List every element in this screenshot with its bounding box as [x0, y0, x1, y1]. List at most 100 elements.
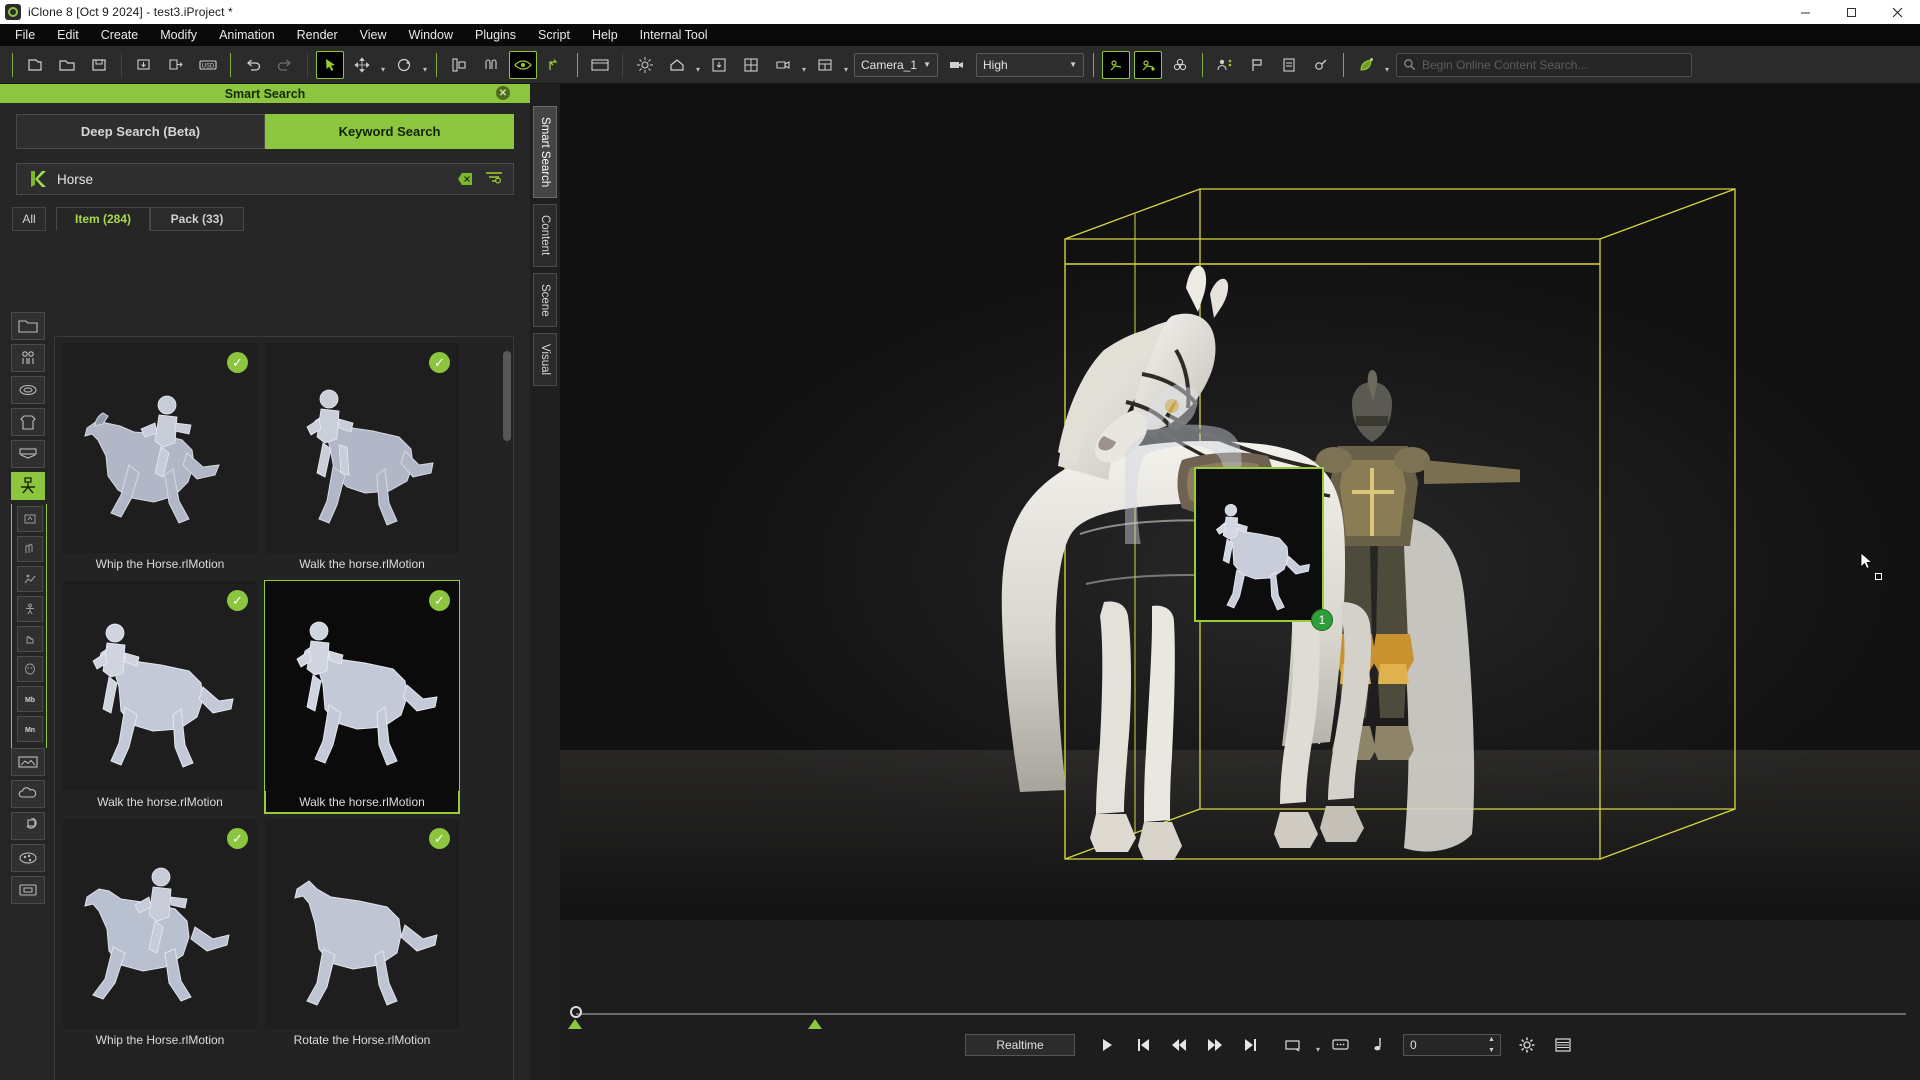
link-icon[interactable] — [1307, 51, 1335, 79]
play-icon[interactable] — [1092, 1033, 1122, 1057]
pose-icon[interactable] — [17, 596, 43, 622]
eye-visibility-icon[interactable] — [509, 51, 537, 79]
tab-pack-results[interactable]: Pack (33) — [150, 207, 244, 231]
menu-render[interactable]: Render — [286, 25, 349, 45]
leaf-dropdown[interactable]: ▾ — [1382, 53, 1392, 77]
sidetab-smart-search[interactable]: Smart Search — [533, 106, 557, 198]
snap-icon[interactable] — [477, 51, 505, 79]
result-item-selected[interactable]: ✓ Walk the horse.rlMotion — [265, 581, 459, 813]
preview-frame-icon[interactable] — [586, 51, 614, 79]
result-item[interactable]: ✓ Rotate the Horse.rlMotion — [265, 819, 459, 1051]
import-icon[interactable] — [130, 51, 158, 79]
menu-view[interactable]: View — [349, 25, 398, 45]
light-icon[interactable] — [631, 51, 659, 79]
hair-icon[interactable] — [11, 376, 45, 404]
redo-icon[interactable] — [271, 51, 299, 79]
result-thumbnail[interactable]: ✓ — [63, 819, 257, 1029]
sidetab-scene[interactable]: Scene — [533, 273, 557, 328]
timeline-icon[interactable] — [1548, 1033, 1578, 1057]
motion-blend-icon[interactable]: Mb — [17, 686, 43, 712]
layout-icon[interactable] — [811, 51, 839, 79]
folder-icon[interactable] — [11, 312, 45, 340]
save-project-icon[interactable] — [85, 51, 113, 79]
menu-window[interactable]: Window — [398, 25, 464, 45]
rotate-tool-dropdown[interactable]: ▾ — [420, 53, 430, 77]
timeline-playhead[interactable] — [570, 1006, 582, 1018]
3d-viewport[interactable]: 1 — [560, 84, 1920, 920]
frame-stepper[interactable]: ▲▼ — [1485, 1036, 1498, 1054]
jump-to-start-icon[interactable] — [1128, 1033, 1158, 1057]
open-project-icon[interactable] — [53, 51, 81, 79]
quality-select[interactable]: High ▼ — [976, 53, 1084, 77]
rotate-tool-icon[interactable] — [390, 51, 418, 79]
result-item[interactable]: ✓ Whip the Horse.rlMotion — [63, 343, 257, 575]
results-grid[interactable]: ✓ Whip the Horse.rlMotion — [54, 336, 514, 1080]
terrain-icon[interactable] — [11, 748, 45, 776]
motion-path-icon[interactable] — [1102, 51, 1130, 79]
menu-help[interactable]: Help — [581, 25, 629, 45]
range-icon[interactable] — [1280, 1033, 1310, 1057]
clipboard-icon[interactable] — [1275, 51, 1303, 79]
prop-stage-icon[interactable] — [11, 440, 45, 468]
home-icon[interactable] — [663, 51, 691, 79]
cloth-icon[interactable] — [11, 408, 45, 436]
screen-icon[interactable] — [11, 876, 45, 904]
sky-icon[interactable] — [11, 780, 45, 808]
new-project-icon[interactable] — [21, 51, 49, 79]
menu-create[interactable]: Create — [90, 25, 150, 45]
online-search-input[interactable]: Begin Online Content Search... — [1396, 53, 1692, 77]
move-tool-dropdown[interactable]: ▾ — [378, 53, 388, 77]
grid-icon[interactable] — [737, 51, 765, 79]
close-icon[interactable]: ✕ — [496, 86, 510, 100]
usd-icon[interactable]: USD — [194, 51, 222, 79]
menu-internal-tool[interactable]: Internal Tool — [629, 25, 719, 45]
camera-select[interactable]: Camera_1 ▼ — [854, 53, 938, 77]
material-icon[interactable] — [11, 844, 45, 872]
rail-all-tab[interactable]: All — [12, 207, 46, 231]
rewind-icon[interactable] — [1164, 1033, 1194, 1057]
camera-icon[interactable] — [943, 51, 971, 79]
export-icon[interactable] — [162, 51, 190, 79]
caption-icon[interactable] — [1326, 1033, 1356, 1057]
particle-icon[interactable] — [11, 812, 45, 840]
timeline-track[interactable] — [576, 1013, 1906, 1015]
menu-edit[interactable]: Edit — [46, 25, 90, 45]
layout-dropdown[interactable]: ▾ — [841, 53, 851, 77]
realtime-button[interactable]: Realtime — [965, 1034, 1075, 1056]
clear-icon[interactable] — [457, 171, 473, 187]
menu-script[interactable]: Script — [527, 25, 581, 45]
motion-layer-icon[interactable]: Mn — [17, 716, 43, 742]
sidetab-content[interactable]: Content — [533, 204, 557, 266]
filter-icon[interactable] — [485, 170, 505, 189]
motion-key-icon[interactable] — [1134, 51, 1162, 79]
result-item[interactable]: ✓ Whip the Horse.rlMotion — [63, 819, 257, 1051]
motion-icon[interactable] — [11, 472, 45, 500]
leaf-icon[interactable] — [1352, 51, 1380, 79]
gear-icon[interactable] — [1512, 1033, 1542, 1057]
menu-plugins[interactable]: Plugins — [464, 25, 527, 45]
minimize-button[interactable] — [1782, 0, 1828, 24]
motion-plus-icon[interactable] — [17, 506, 43, 532]
keyword-search-field[interactable]: Horse — [16, 163, 514, 195]
tab-keyword-search[interactable]: Keyword Search — [265, 114, 514, 149]
face-puppet-icon[interactable] — [17, 656, 43, 682]
range-dropdown[interactable]: ▾ — [1313, 1033, 1323, 1057]
tab-deep-search[interactable]: Deep Search (Beta) — [16, 114, 265, 149]
result-thumbnail[interactable]: ✓ — [265, 819, 459, 1029]
dock-bottom-icon[interactable] — [705, 51, 733, 79]
frame-input[interactable]: 0 ▲▼ — [1403, 1034, 1501, 1056]
gesture-icon[interactable] — [17, 536, 43, 562]
perform-icon[interactable] — [17, 566, 43, 592]
home-dropdown[interactable]: ▾ — [693, 53, 703, 77]
result-thumbnail[interactable]: ✓ — [265, 343, 459, 553]
jump-to-end-icon[interactable] — [1236, 1033, 1266, 1057]
result-item[interactable]: ✓ Walk the horse.rlMotion — [265, 343, 459, 575]
camera-view-dropdown[interactable]: ▾ — [799, 53, 809, 77]
sidetab-visual[interactable]: Visual — [533, 333, 557, 386]
result-thumbnail[interactable]: ✓ — [265, 581, 459, 791]
camera-view-icon[interactable] — [769, 51, 797, 79]
result-thumbnail[interactable]: ✓ — [63, 581, 257, 791]
menu-animation[interactable]: Animation — [208, 25, 286, 45]
select-tool-icon[interactable] — [316, 51, 344, 79]
audio-note-icon[interactable] — [1362, 1033, 1392, 1057]
